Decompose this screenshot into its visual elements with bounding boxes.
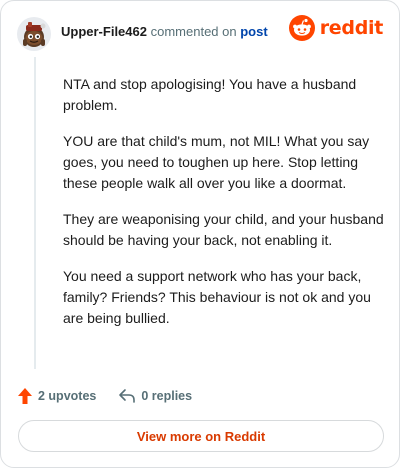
comment-body: NTA and stop apologising! You have a hus… — [63, 74, 385, 344]
upvote-arrow-icon — [18, 388, 32, 404]
comment-meta: Upper-File462 commented on post — [61, 23, 268, 41]
reddit-snoo-icon — [288, 15, 315, 41]
upvote-button[interactable]: 2 upvotes — [17, 387, 96, 405]
comment-paragraph: You need a support network who has your … — [63, 268, 371, 326]
upvote-count: 2 upvotes — [38, 389, 97, 403]
username-link[interactable]: Upper-File462 — [61, 24, 147, 39]
comment-paragraph: YOU are that child's mum, not MIL! What … — [63, 133, 370, 191]
embedded-comment-card: Upper-File462 commented on post reddit N… — [0, 0, 400, 468]
view-more-on-reddit-button[interactable]: View more on Reddit — [18, 420, 384, 452]
reply-arrow-icon — [119, 389, 136, 403]
comment-paragraph: They are weaponising your child, and you… — [63, 211, 384, 248]
reply-count: 0 replies — [141, 389, 193, 403]
comment-actions: 2 upvotes 0 replies — [17, 384, 192, 408]
comment-header: Upper-File462 commented on post reddit — [17, 15, 383, 53]
thread-line[interactable] — [34, 57, 36, 369]
reddit-brand[interactable]: reddit — [288, 15, 384, 41]
comment-paragraph: NTA and stop apologising! You have a hus… — [63, 76, 357, 113]
snoo-avatar-icon[interactable] — [17, 17, 51, 51]
commented-on-label: commented on — [150, 24, 237, 39]
reddit-wordmark: reddit — [319, 17, 384, 39]
post-link[interactable]: post — [240, 24, 267, 39]
reply-button[interactable]: 0 replies — [118, 388, 192, 404]
